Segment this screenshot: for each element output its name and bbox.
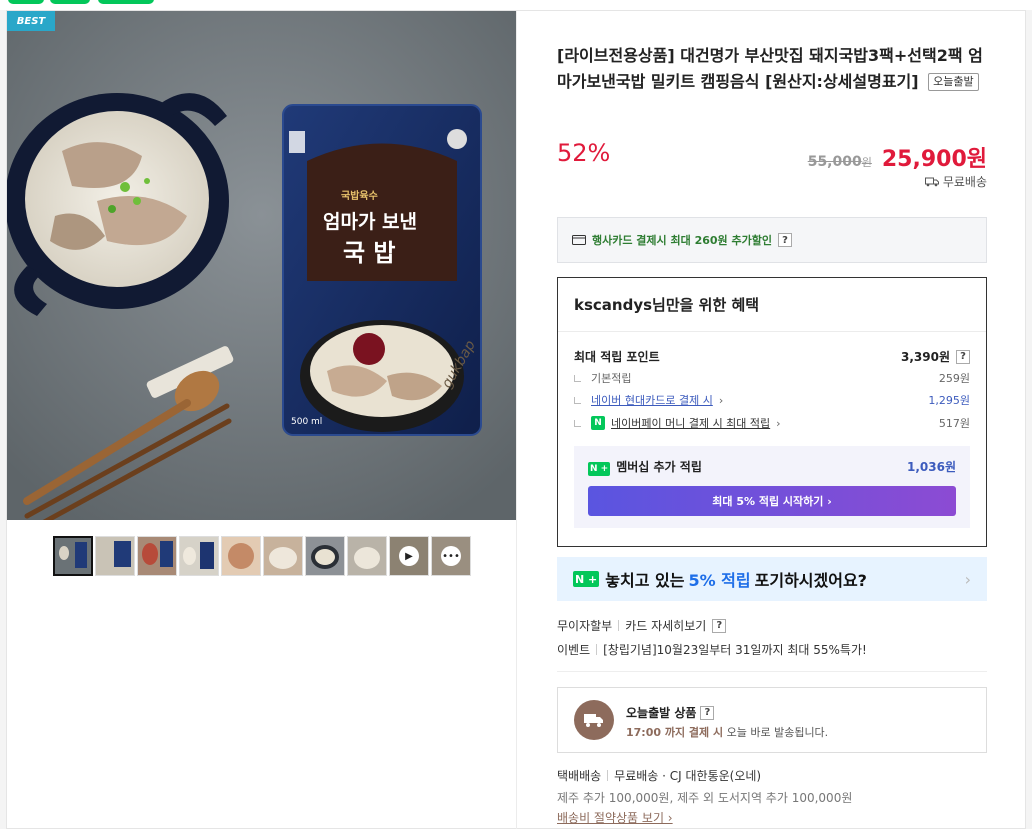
- help-icon[interactable]: ?: [712, 618, 727, 633]
- membership-row: N + 멤버십 추가 적립 1,036원: [588, 458, 956, 476]
- installment-row: 무이자할부 카드 자세히보기 ?: [557, 617, 727, 634]
- event-text: [창립기념]10월23일부터 31일까지 최대 55%특가!: [603, 643, 867, 657]
- installment-label: 무이자할부: [557, 619, 613, 633]
- shipping-deadline-rest: 오늘 바로 발송됩니다.: [726, 726, 829, 739]
- product-main-image[interactable]: BEST 국밥육수 엄마가 보낸 국 밥 500 ml gukbap: [7, 11, 516, 520]
- more-thumbnail[interactable]: •••: [431, 536, 471, 576]
- today-shipping-title: 오늘출발 상품 ?: [626, 704, 715, 721]
- chevron-right-icon: ›: [776, 416, 781, 430]
- benefit-heading: kscandys님만을 위한 혜택: [558, 278, 986, 332]
- shipping-label: 무료배송: [942, 175, 987, 189]
- benefit-card-link[interactable]: 네이버 현대카드로 결제 시: [591, 392, 713, 408]
- membership-label: 멤버십 추가 적립: [616, 460, 702, 474]
- truck-icon: [924, 177, 939, 186]
- more-icon: •••: [441, 546, 461, 566]
- card-promo-text: 행사카드 결제시 최대 260원 추가할인: [592, 234, 772, 247]
- chevron-right-icon: ›: [964, 569, 971, 589]
- product-title-text: [라이브전용상품] 대건명가 부산맛집 돼지국밥3팩+선택2팩 엄마가보낸국밥 …: [557, 46, 983, 91]
- benefit-box: kscandys님만을 위한 혜택 최대 적립 포인트 3,390원? 기본적립…: [557, 277, 987, 547]
- delivery-extra: 제주 추가 100,000원, 제주 외 도서지역 추가 100,000원: [557, 791, 853, 805]
- sale-price: 25,900원: [881, 147, 987, 172]
- original-price-unit: 원: [861, 156, 872, 169]
- original-price-value: 55,000: [807, 154, 862, 170]
- thumbnail-strip: ▶ •••: [53, 536, 471, 576]
- package-line2: 국 밥: [343, 239, 396, 267]
- divider: [607, 770, 609, 781]
- credit-card-icon: [572, 235, 586, 245]
- membership-start-button[interactable]: 최대 5% 적립 시작하기 ›: [588, 486, 956, 516]
- package-volume: 500 ml: [291, 417, 323, 427]
- shipping-saving-link[interactable]: 배송비 절약상품 보기 ›: [557, 809, 673, 826]
- thumbnail[interactable]: [221, 536, 261, 576]
- card-promo[interactable]: 행사카드 결제시 최대 260원 추가할인 ?: [557, 217, 987, 263]
- top-decoration: [50, 0, 90, 4]
- naver-plus-icon: N +: [588, 462, 611, 476]
- max-points-value: 3,390원: [901, 350, 950, 364]
- max-points-label: 최대 적립 포인트: [574, 350, 660, 364]
- today-shipping-box: 오늘출발 상품 ? 17:00 까지 결제 시 오늘 바로 발송됩니다.: [557, 687, 987, 753]
- divider: [618, 620, 620, 631]
- membership-banner[interactable]: N + 놓치고 있는 5% 적립 포기하시겠어요? ›: [557, 557, 987, 601]
- card-detail-link[interactable]: 카드 자세히보기: [625, 617, 706, 634]
- top-decoration: [8, 0, 44, 4]
- package-line1: 엄마가 보낸: [323, 211, 418, 233]
- shipping-info: 무료배송: [924, 173, 987, 190]
- price-row: 55,000원 25,900원: [808, 141, 987, 173]
- video-play-icon: ▶: [399, 546, 419, 566]
- max-points-row: 최대 적립 포인트 3,390원?: [574, 348, 970, 365]
- thumbnail[interactable]: [53, 536, 93, 576]
- divider: [596, 644, 598, 655]
- thumbnail[interactable]: [347, 536, 387, 576]
- discount-rate: 52%: [557, 139, 611, 167]
- membership-value: 1,036원: [907, 460, 956, 474]
- banner-pre: 놓치고 있는: [605, 571, 685, 590]
- benefit-row-label: 기본적립: [574, 370, 631, 386]
- benefit-npay-link[interactable]: 네이버페이 머니 결제 시 최대 적립: [611, 415, 770, 431]
- thumbnail[interactable]: [137, 536, 177, 576]
- product-gallery: BEST 국밥육수 엄마가 보낸 국 밥 500 ml gukbap ▶ •••: [7, 11, 517, 829]
- thumbnail[interactable]: [179, 536, 219, 576]
- event-row: 이벤트 [창립기념]10월23일부터 31일까지 최대 55%특가!: [557, 641, 867, 658]
- chevron-right-icon: ›: [718, 393, 724, 407]
- naver-plus-icon: N +: [573, 571, 600, 587]
- thumbnail[interactable]: [263, 536, 303, 576]
- product-page: BEST 국밥육수 엄마가 보낸 국 밥 500 ml gukbap ▶ •••…: [6, 10, 1026, 829]
- package-small-label: 국밥육수: [341, 191, 378, 202]
- top-strip: [0, 0, 1032, 10]
- delivery-detail: 무료배송 · CJ 대한통운(오네): [614, 769, 762, 783]
- delivery-row: 택배배송 무료배송 · CJ 대한통운(오네): [557, 767, 761, 784]
- event-label: 이벤트: [557, 643, 591, 657]
- benefit-row-value: 1,295원: [928, 394, 970, 407]
- product-title: [라이브전용상품] 대건명가 부산맛집 돼지국밥3팩+선택2팩 엄마가보낸국밥 …: [557, 43, 987, 95]
- delivery-truck-icon: [574, 700, 614, 740]
- help-icon[interactable]: ?: [700, 705, 715, 720]
- help-icon[interactable]: ?: [956, 349, 970, 364]
- best-badge: BEST: [7, 11, 55, 31]
- banner-post: 포기하시겠어요?: [754, 571, 867, 590]
- shipping-deadline: 17:00 까지 결제 시: [626, 726, 724, 739]
- thumbnail[interactable]: [95, 536, 135, 576]
- today-shipping-tag: 오늘출발: [928, 73, 979, 91]
- benefit-row-npay: N 네이버페이 머니 결제 시 최대 적립 › 517원: [574, 415, 970, 431]
- banner-accent: 5% 적립: [688, 571, 751, 590]
- today-shipping-title-text: 오늘출발 상품: [626, 706, 697, 720]
- food-photo: [7, 11, 516, 520]
- benefit-row-basic: 기본적립 259원: [574, 370, 970, 386]
- section-divider: [557, 671, 987, 672]
- membership-box: N + 멤버십 추가 적립 1,036원 최대 5% 적립 시작하기 ›: [574, 446, 970, 528]
- original-price: 55,000원: [808, 154, 872, 170]
- top-decoration: [98, 0, 154, 4]
- thumbnail[interactable]: [305, 536, 345, 576]
- delivery-type: 택배배송: [557, 769, 602, 783]
- help-icon[interactable]: ?: [777, 233, 792, 247]
- benefit-row-value: 259원: [938, 372, 970, 385]
- video-thumbnail[interactable]: ▶: [389, 536, 429, 576]
- npay-icon: N: [591, 416, 605, 430]
- benefit-row-card: 네이버 현대카드로 결제 시 › 1,295원: [574, 392, 970, 408]
- today-shipping-sub: 17:00 까지 결제 시 오늘 바로 발송됩니다.: [626, 724, 828, 740]
- benefit-row-value: 517원: [938, 417, 970, 430]
